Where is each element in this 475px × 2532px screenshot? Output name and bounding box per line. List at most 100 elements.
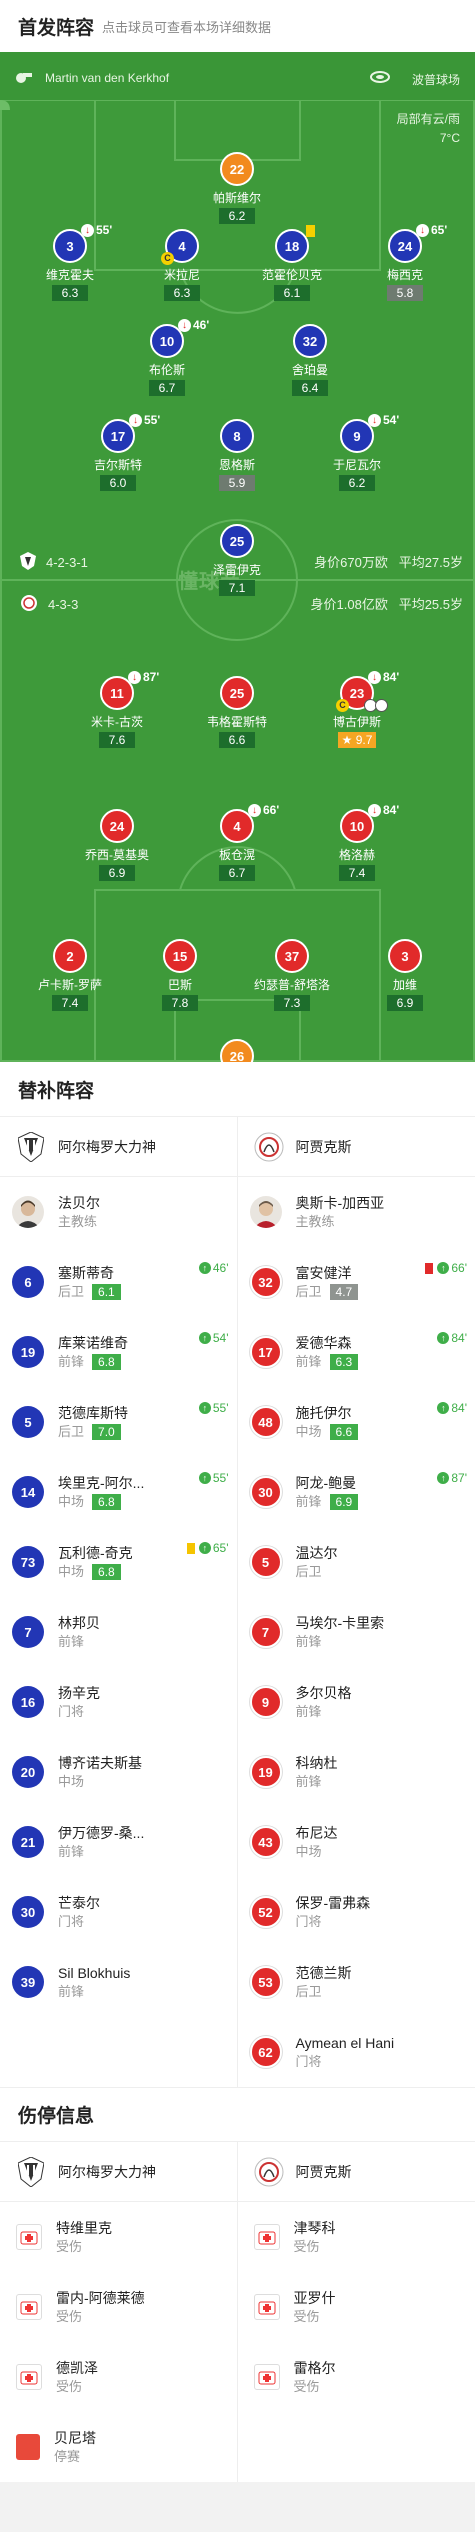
injury-row[interactable]: 德凯泽受伤 <box>0 2342 237 2412</box>
injury-info: 德凯泽受伤 <box>56 2358 98 2396</box>
home-player[interactable]: 3↓55'维克霍夫6.3 <box>15 229 125 302</box>
sub-name: 马埃尔-卡里索 <box>296 1613 385 1633</box>
sub-off-indicator: ↓55' <box>129 413 160 427</box>
sub-name: Sil Blokhuis <box>58 1963 130 1983</box>
sub-player-row[interactable]: 39Sil Blokhuis前锋 <box>0 1947 237 2017</box>
sub-info: 芒泰尔门将 <box>58 1893 100 1931</box>
away-player[interactable]: 11↓87'米卡-古茨7.6 <box>62 676 172 749</box>
sub-player-row[interactable]: 5温达尔后卫 <box>238 1527 475 1597</box>
player-name: 舍珀曼 <box>255 361 365 378</box>
away-value: 身价1.08亿欧 <box>311 597 388 612</box>
sub-player-row[interactable]: 7林邦贝前锋 <box>0 1597 237 1667</box>
sub-info: 保罗-雷弗森门将 <box>296 1893 371 1931</box>
sub-player-row[interactable]: 9多尔贝格前锋 <box>238 1667 475 1737</box>
away-player[interactable]: 26马尔滕-佩黑7.1 <box>182 1039 292 1062</box>
home-player[interactable]: 25泽雷伊克7.1 <box>182 524 292 597</box>
sub-player-row[interactable]: 19库莱诺维奇前锋6.8↑54' <box>0 1317 237 1387</box>
sub-name: 芒泰尔 <box>58 1893 100 1913</box>
home-player[interactable]: 24↓65'梅西克5.8 <box>350 229 460 302</box>
sub-position: 前锋 <box>296 1703 352 1721</box>
sub-player-row[interactable]: 19科纳杜前锋 <box>238 1737 475 1807</box>
sub-player-row[interactable]: 21伊万德罗-桑...前锋 <box>0 1807 237 1877</box>
sub-number: 14 <box>12 1476 44 1508</box>
sub-player-row[interactable]: 62Aymean el Hani门将 <box>238 2017 475 2087</box>
injury-info: 特维里克受伤 <box>56 2218 112 2256</box>
sub-name: 布尼达 <box>296 1823 338 1843</box>
sub-player-row[interactable]: 43布尼达中场 <box>238 1807 475 1877</box>
away-player[interactable]: 23↓84'C博古伊斯★ 9.7 <box>302 676 412 749</box>
sub-player-row[interactable]: 30阿龙-鲍曼前锋6.9↑87' <box>238 1457 475 1527</box>
sub-arrow-icon: ↓ <box>368 414 381 427</box>
player-number: 4C <box>165 229 199 263</box>
sub-number: 43 <box>250 1826 282 1858</box>
away-team-icon <box>20 594 38 615</box>
sub-player-row[interactable]: 17爱德华森前锋6.3↑84' <box>238 1317 475 1387</box>
player-number: 26 <box>220 1039 254 1062</box>
away-formation-bar: 4-3-3 <box>20 594 78 615</box>
subs-away-team-name: 阿贾克斯 <box>296 1137 352 1157</box>
sub-rating: 6.6 <box>330 1424 359 1440</box>
away-player[interactable]: 3加维6.9 <box>350 939 460 1012</box>
medical-kit-icon <box>254 2364 280 2390</box>
away-player[interactable]: 2卢卡斯-罗萨7.4 <box>15 939 125 1012</box>
home-stats: 身价670万欧 平均27.5岁 <box>314 552 463 571</box>
sub-player-row[interactable]: 52保罗-雷弗森门将 <box>238 1877 475 1947</box>
home-player[interactable]: 17↓55'吉尔斯特6.0 <box>63 419 173 492</box>
sub-in-arrow-icon: ↑ <box>199 1332 211 1344</box>
sub-info: 博齐诺夫斯基中场 <box>58 1753 142 1791</box>
pitch: Martin van den Kerkhof 波普球场 局部有云/雨 7°C 懂… <box>0 52 475 1062</box>
sub-in-event: ↑54' <box>199 1331 229 1345</box>
sub-in-minute: 87' <box>451 1471 467 1485</box>
player-rating: 6.0 <box>100 475 136 491</box>
injuries-home-team-name: 阿尔梅罗大力神 <box>58 2162 156 2182</box>
away-player[interactable]: 37约瑟普-舒塔洛7.3 <box>237 939 347 1012</box>
player-name: 博古伊斯 <box>302 713 412 730</box>
sub-player-row[interactable]: 48施托伊尔中场6.6↑84' <box>238 1387 475 1457</box>
sub-number: 5 <box>250 1546 282 1578</box>
home-player[interactable]: 18范霍伦贝克6.1 <box>237 229 347 302</box>
away-player[interactable]: 24乔西-莫基奥6.9 <box>62 809 172 882</box>
home-player[interactable]: 8恩格斯5.9 <box>182 419 292 492</box>
injury-status: 受伤 <box>56 2238 112 2256</box>
sub-player-row[interactable]: 6塞斯蒂奇后卫6.1↑46' <box>0 1247 237 1317</box>
sub-player-row[interactable]: 5范德库斯特后卫7.0↑55' <box>0 1387 237 1457</box>
injuries-away-team-name: 阿贾克斯 <box>296 2162 352 2182</box>
sub-number: 21 <box>12 1826 44 1858</box>
injury-row[interactable]: 雷格尔受伤 <box>238 2342 475 2412</box>
sub-player-row[interactable]: 73瓦利德-奇克中场6.8↑65' <box>0 1527 237 1597</box>
home-player[interactable]: 9↓54'于尼瓦尔6.2 <box>302 419 412 492</box>
sub-player-row[interactable]: 53范德兰斯后卫 <box>238 1947 475 2017</box>
away-coach[interactable]: 奥斯卡-加西亚 主教练 <box>238 1177 475 1247</box>
away-player[interactable]: 10↓84'格洛赫7.4 <box>302 809 412 882</box>
injury-row[interactable]: 雷内-阿德莱德受伤 <box>0 2272 237 2342</box>
sub-player-row[interactable]: 32富安健洋后卫4.7↑66' <box>238 1247 475 1317</box>
home-coach[interactable]: 法贝尔 主教练 <box>0 1177 237 1247</box>
injuries-home-team[interactable]: 阿尔梅罗大力神 <box>0 2142 237 2202</box>
injury-row[interactable]: 特维里克受伤 <box>0 2202 237 2272</box>
home-player[interactable]: 32舍珀曼6.4 <box>255 324 365 397</box>
sub-player-row[interactable]: 14埃里克-阿尔...中场6.8↑55' <box>0 1457 237 1527</box>
player-rating: 6.9 <box>387 995 423 1011</box>
home-player[interactable]: 4C米拉尼6.3 <box>127 229 237 302</box>
home-player[interactable]: 22帕斯维尔6.2 <box>182 152 292 225</box>
sub-player-row[interactable]: 16扬辛克门将 <box>0 1667 237 1737</box>
injury-row[interactable]: 亚罗什受伤 <box>238 2272 475 2342</box>
sub-player-row[interactable]: 7马埃尔-卡里索前锋 <box>238 1597 475 1667</box>
sub-in-event: ↑84' <box>437 1401 467 1415</box>
injuries-away-team[interactable]: 阿贾克斯 <box>238 2142 475 2202</box>
injury-row[interactable]: 津琴科受伤 <box>238 2202 475 2272</box>
away-player[interactable]: 4↓66'板仓滉6.7 <box>182 809 292 882</box>
sub-player-row[interactable]: 30芒泰尔门将 <box>0 1877 237 1947</box>
sub-info: 施托伊尔中场6.6 <box>296 1403 359 1441</box>
sub-in-event: ↑66' <box>425 1261 467 1275</box>
away-player[interactable]: 25韦格霍斯特6.6 <box>182 676 292 749</box>
away-player[interactable]: 15巴斯7.8 <box>125 939 235 1012</box>
subs-away-team[interactable]: 阿贾克斯 <box>238 1117 475 1177</box>
subs-home-team[interactable]: 阿尔梅罗大力神 <box>0 1117 237 1177</box>
sub-name: 阿龙-鲍曼 <box>296 1473 359 1493</box>
sub-player-row[interactable]: 20博齐诺夫斯基中场 <box>0 1737 237 1807</box>
sub-position: 前锋 <box>296 1633 385 1651</box>
home-player[interactable]: 10↓46'布伦斯6.7 <box>112 324 222 397</box>
player-number: 15 <box>163 939 197 973</box>
injury-info: 亚罗什受伤 <box>294 2288 336 2326</box>
